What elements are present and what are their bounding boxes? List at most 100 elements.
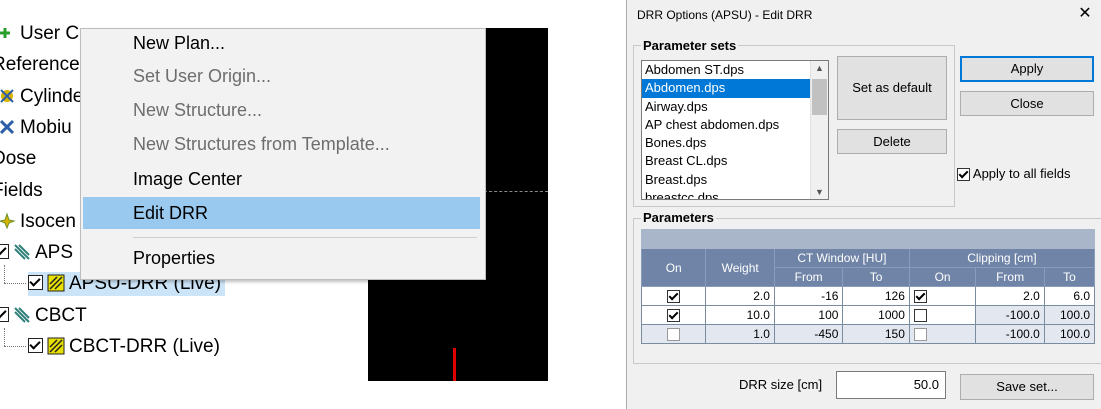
delete-button[interactable]: Delete xyxy=(837,129,947,154)
clip-to-cell: 100.0 xyxy=(1043,324,1096,344)
list-item[interactable]: Abdomen ST.dps xyxy=(642,61,828,79)
tree-item-fields[interactable]: Fields xyxy=(0,179,43,203)
table-header-row: On Weight CT Window [HU] Clipping [cm] xyxy=(640,248,1096,287)
scroll-thumb[interactable] xyxy=(812,79,827,115)
apply-to-all-fields-checkbox[interactable]: Apply to all fields xyxy=(957,166,1070,182)
menu-item-set-user-origin[interactable]: Set User Origin... xyxy=(133,66,271,87)
header-clipping: Clipping [cm] xyxy=(908,248,1096,268)
ct-to-cell[interactable]: 126 xyxy=(842,286,910,306)
apply-button[interactable]: Apply xyxy=(960,56,1094,82)
checkbox[interactable] xyxy=(667,290,681,304)
checkbox[interactable] xyxy=(667,309,681,323)
tree-item-cylinder[interactable]: Cylinde xyxy=(0,85,83,109)
close-button[interactable]: Close xyxy=(960,91,1094,116)
structure-icon xyxy=(0,87,16,105)
header-clip-from: From xyxy=(975,267,1045,287)
menu-item-properties[interactable]: Properties xyxy=(133,248,215,269)
header-weight: Weight xyxy=(705,248,775,287)
table-band xyxy=(641,229,1095,249)
clip-on-cell xyxy=(908,324,977,344)
weight-cell[interactable]: 2.0 xyxy=(705,286,775,306)
user-origin-icon xyxy=(0,24,16,42)
clip-from-cell: -100.0 xyxy=(975,305,1045,325)
ct-from-cell[interactable]: -16 xyxy=(773,286,844,306)
parameter-sets-list[interactable]: Abdomen ST.dps Abdomen.dps Airway.dps AP… xyxy=(641,60,829,200)
header-on: On xyxy=(640,248,707,287)
drr-size-input[interactable]: 50.0 xyxy=(836,371,946,399)
drr-icon xyxy=(47,274,65,292)
table-row: 10.0 100 1000 -100.0 100.0 xyxy=(640,305,1096,325)
checkbox[interactable] xyxy=(913,309,927,323)
header-ct-window: CT Window [HU] xyxy=(773,248,910,268)
tree-item-user-origin[interactable]: User C xyxy=(0,22,79,46)
clip-to-cell: 100.0 xyxy=(1043,305,1096,325)
list-item[interactable]: Bones.dps xyxy=(642,134,828,152)
menu-item-edit-drr[interactable]: Edit DRR xyxy=(133,203,208,224)
tree-connector xyxy=(4,265,5,283)
ct-to-cell: 150 xyxy=(842,324,910,344)
visibility-checkbox[interactable] xyxy=(0,244,9,259)
list-item-selected[interactable]: Abdomen.dps xyxy=(642,79,811,98)
row-on-cell[interactable] xyxy=(640,305,707,325)
header-to: To xyxy=(842,267,910,287)
drr-options-dialog: DRR Options (APSU) - Edit DRR ✕ Paramete… xyxy=(626,0,1101,409)
field-icon xyxy=(13,306,31,324)
weight-cell: 1.0 xyxy=(705,324,775,344)
field-icon xyxy=(13,243,31,261)
tree-item-apsu-field[interactable]: APS xyxy=(0,241,73,265)
visibility-checkbox[interactable] xyxy=(0,307,9,322)
row-on-cell[interactable] xyxy=(640,286,707,306)
dialog-title: DRR Options (APSU) - Edit DRR xyxy=(637,8,813,22)
menu-item-image-center[interactable]: Image Center xyxy=(133,169,242,190)
clip-on-cell[interactable] xyxy=(908,305,977,325)
chevron-down-icon[interactable]: ▼ xyxy=(811,187,828,197)
ct-from-cell[interactable]: 100 xyxy=(773,305,844,325)
weight-cell[interactable]: 10.0 xyxy=(705,305,775,325)
clip-from-cell: -100.0 xyxy=(975,324,1045,344)
header-from: From xyxy=(773,267,844,287)
parameters-table: On Weight CT Window [HU] Clipping [cm] F… xyxy=(640,229,1096,344)
checkbox[interactable] xyxy=(667,328,681,342)
set-as-default-button[interactable]: Set as default xyxy=(837,56,947,120)
list-item[interactable]: AP chest abdomen.dps xyxy=(642,116,828,134)
tree-item-mobius[interactable]: Mobiu xyxy=(0,116,72,140)
context-menu: New Plan... Set User Origin... New Struc… xyxy=(80,28,486,280)
close-icon[interactable]: ✕ xyxy=(1074,3,1096,23)
tree-connector xyxy=(4,328,5,346)
checkbox[interactable] xyxy=(913,290,927,304)
row-on-cell[interactable] xyxy=(640,324,707,344)
clip-to-cell[interactable]: 6.0 xyxy=(1043,286,1096,306)
tree-item-reference[interactable]: Reference xyxy=(0,53,80,77)
parameters-label: Parameters xyxy=(641,210,716,225)
tree-connector xyxy=(4,346,26,347)
checkbox[interactable] xyxy=(957,168,970,182)
tree-item-cbct-drr[interactable]: CBCT-DRR (Live) xyxy=(28,335,220,359)
menu-item-new-plan[interactable]: New Plan... xyxy=(133,33,225,54)
menu-item-new-structures-template[interactable]: New Structures from Template... xyxy=(133,134,390,155)
ct-from-cell: -450 xyxy=(773,324,844,344)
tree-item-dose[interactable]: Dose xyxy=(0,147,36,171)
ct-to-cell[interactable]: 1000 xyxy=(842,305,910,325)
save-set-button[interactable]: Save set... xyxy=(960,374,1094,400)
header-clip-on: On xyxy=(908,267,977,287)
table-row: 2.0 -16 126 2.0 6.0 xyxy=(640,286,1096,306)
chevron-up-icon[interactable]: ▲ xyxy=(811,63,828,73)
menu-item-new-structure[interactable]: New Structure... xyxy=(133,100,262,121)
list-scrollbar[interactable]: ▲ ▼ xyxy=(810,61,828,199)
list-item[interactable]: Breast CL.dps xyxy=(642,152,828,170)
drr-icon xyxy=(47,337,65,355)
crosshair-line xyxy=(484,191,548,192)
tree-item-isocenter[interactable]: Isocen xyxy=(0,210,76,234)
tree-connector xyxy=(4,283,26,284)
visibility-checkbox[interactable] xyxy=(28,338,43,353)
header-clip-to: To xyxy=(1043,267,1096,287)
clip-from-cell[interactable]: 2.0 xyxy=(975,286,1045,306)
visibility-checkbox[interactable] xyxy=(28,275,43,290)
list-item[interactable]: breastcc.dps xyxy=(642,189,828,199)
checkbox xyxy=(913,328,927,342)
clip-on-cell[interactable] xyxy=(908,286,977,306)
list-item[interactable]: Airway.dps xyxy=(642,98,828,116)
list-item[interactable]: Breast.dps xyxy=(642,171,828,189)
tree-item-cbct-field[interactable]: CBCT xyxy=(0,304,87,328)
structure-icon xyxy=(0,118,16,136)
